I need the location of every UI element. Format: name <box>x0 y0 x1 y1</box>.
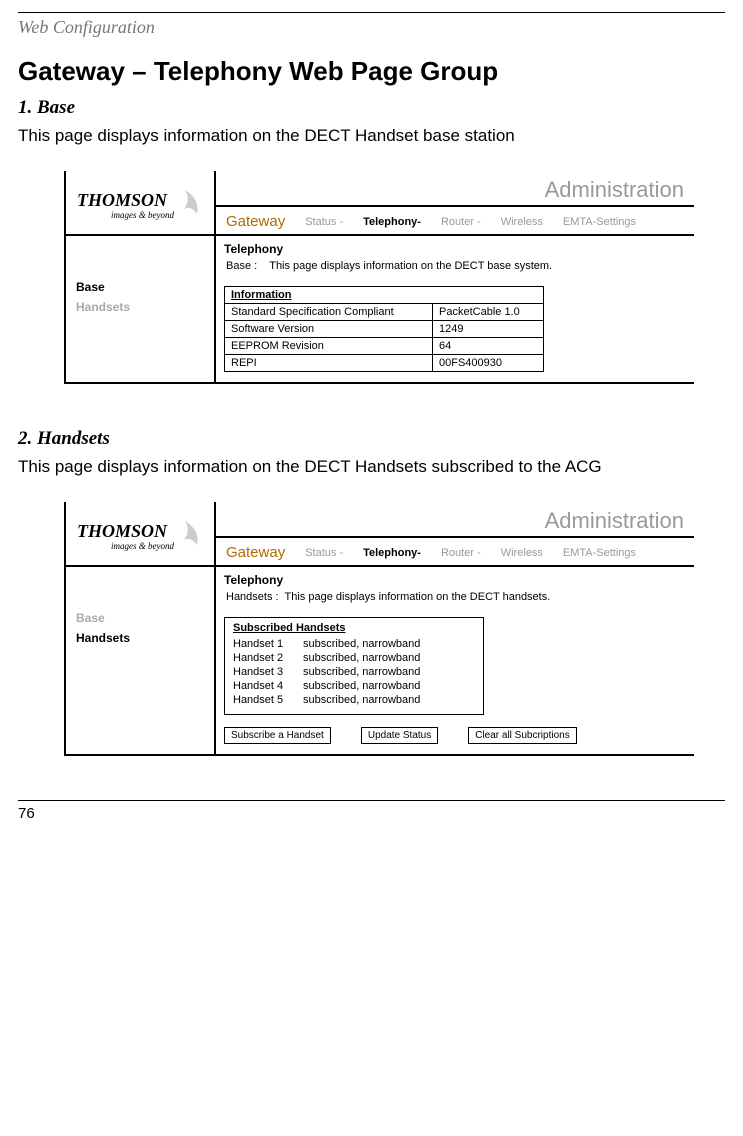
thomson-logo-icon: THOMSON images & beyond <box>75 184 205 226</box>
sidebar-item-base[interactable]: Base <box>76 611 204 625</box>
tab-router[interactable]: Router - <box>441 216 481 228</box>
page-title: Gateway – Telephony Web Page Group <box>18 56 725 87</box>
tab-wireless[interactable]: Wireless <box>501 547 543 559</box>
svg-text:THOMSON: THOMSON <box>77 521 168 541</box>
page-description: Handsets : This page displays informatio… <box>226 591 686 603</box>
running-head: Web Configuration <box>18 17 725 38</box>
heading-base: 1. Base <box>18 97 725 119</box>
svg-text:THOMSON: THOMSON <box>77 190 168 210</box>
side-nav: Base Handsets <box>66 567 216 754</box>
svg-text:images & beyond: images & beyond <box>111 210 174 220</box>
list-item: Handset 5subscribed, narrowband <box>233 694 475 706</box>
info-header: Information <box>225 287 544 304</box>
content-area: Telephony Handsets : This page displays … <box>216 567 694 754</box>
tab-bar: Gateway Status - Telephony- Router - Wir… <box>216 207 694 234</box>
table-row: Standard Specification Compliant PacketC… <box>225 304 544 321</box>
tab-telephony[interactable]: Telephony- <box>363 216 421 228</box>
body-handsets: This page displays information on the DE… <box>18 456 725 478</box>
admin-panel-handsets: THOMSON images & beyond Administration G… <box>64 502 694 756</box>
list-item: Handset 3subscribed, narrowband <box>233 666 475 678</box>
list-item: Handset 1subscribed, narrowband <box>233 638 475 650</box>
information-table: Information Standard Specification Compl… <box>224 286 544 372</box>
svg-text:images & beyond: images & beyond <box>111 541 174 551</box>
tab-bar: Gateway Status - Telephony- Router - Wir… <box>216 538 694 565</box>
tab-status[interactable]: Status - <box>305 216 343 228</box>
tab-wireless[interactable]: Wireless <box>501 216 543 228</box>
heading-handsets: 2. Handsets <box>18 428 725 450</box>
tab-status[interactable]: Status - <box>305 547 343 559</box>
clear-all-subscriptions-button[interactable]: Clear all Subcriptions <box>468 727 577 744</box>
update-status-button[interactable]: Update Status <box>361 727 438 744</box>
subscribed-handsets-box: Subscribed Handsets Handset 1subscribed,… <box>224 617 484 715</box>
sidebar-item-base[interactable]: Base <box>76 280 204 294</box>
page-description: Base : This page displays information on… <box>226 260 686 272</box>
admin-title: Administration <box>216 502 694 538</box>
tab-router[interactable]: Router - <box>441 547 481 559</box>
section-label: Telephony <box>224 573 686 587</box>
tab-emta-settings[interactable]: EMTA-Settings <box>563 547 636 559</box>
admin-title: Administration <box>216 171 694 207</box>
footer-rule <box>18 800 725 801</box>
thomson-logo-icon: THOMSON images & beyond <box>75 515 205 557</box>
sub-title: Subscribed Handsets <box>233 622 475 634</box>
sidebar-item-handsets[interactable]: Handsets <box>76 631 204 645</box>
tab-emta-settings[interactable]: EMTA-Settings <box>563 216 636 228</box>
content-area: Telephony Base : This page displays info… <box>216 236 694 382</box>
table-row: REPI 00FS400930 <box>225 355 544 372</box>
body-base: This page displays information on the DE… <box>18 125 725 147</box>
tab-telephony[interactable]: Telephony- <box>363 547 421 559</box>
gateway-label: Gateway <box>226 544 285 561</box>
side-nav: Base Handsets <box>66 236 216 382</box>
brand-logo: THOMSON images & beyond <box>66 502 216 565</box>
brand-logo: THOMSON images & beyond <box>66 171 216 234</box>
gateway-label: Gateway <box>226 213 285 230</box>
sidebar-item-handsets[interactable]: Handsets <box>76 300 204 314</box>
admin-panel-base: THOMSON images & beyond Administration G… <box>64 171 694 384</box>
table-row: Software Version 1249 <box>225 321 544 338</box>
list-item: Handset 4subscribed, narrowband <box>233 680 475 692</box>
table-row: EEPROM Revision 64 <box>225 338 544 355</box>
section-label: Telephony <box>224 242 686 256</box>
subscribe-handset-button[interactable]: Subscribe a Handset <box>224 727 331 744</box>
page-number: 76 <box>18 805 35 822</box>
header-rule <box>18 12 725 13</box>
list-item: Handset 2subscribed, narrowband <box>233 652 475 664</box>
